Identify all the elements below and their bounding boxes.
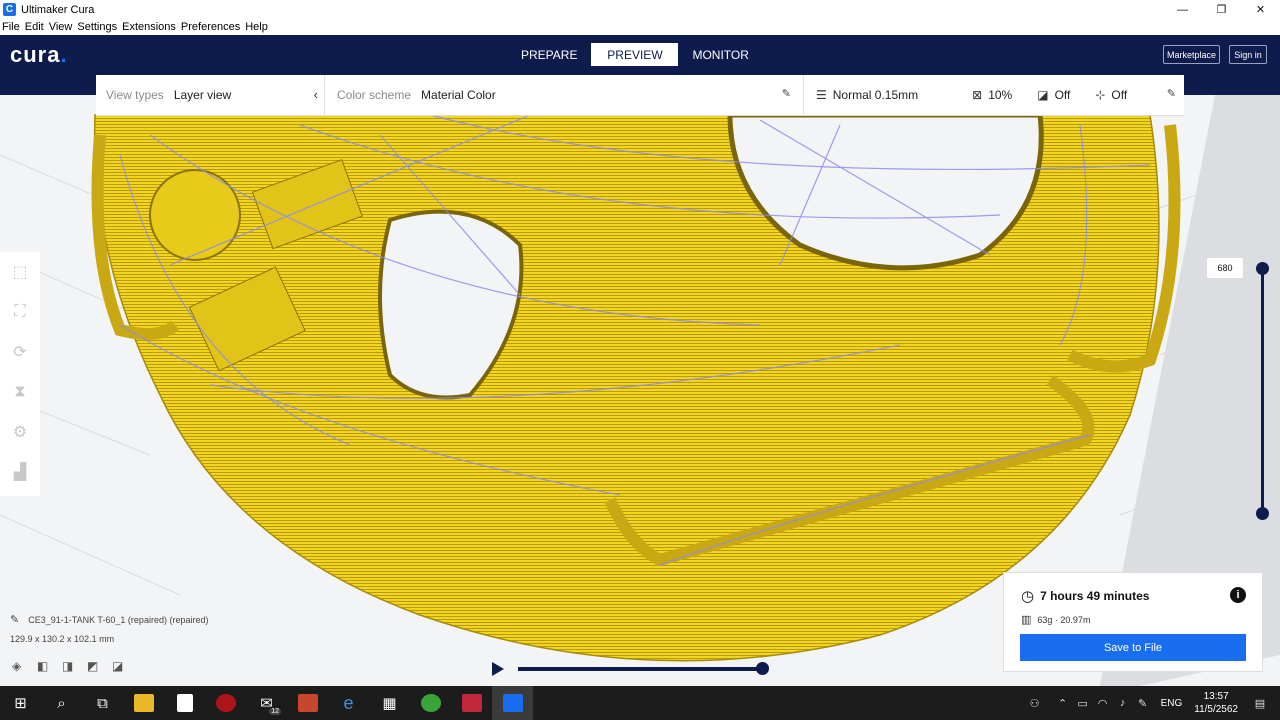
view-type-selector[interactable]: View types Layer view ‹ xyxy=(96,75,324,116)
edge-browser-icon[interactable]: e xyxy=(328,686,369,720)
color-scheme-selector[interactable]: Color scheme Material Color ✎ xyxy=(325,75,803,116)
support-icon: ◪ xyxy=(1037,88,1049,102)
save-to-file-button[interactable]: Save to File xyxy=(1020,634,1246,661)
mail-badge: 12 xyxy=(269,708,281,715)
sign-in-button[interactable]: Sign in xyxy=(1229,45,1267,64)
info-icon[interactable]: i xyxy=(1230,587,1246,603)
path-slider-handle[interactable] xyxy=(756,662,769,675)
windows-taskbar: ⊞ ⌕ ⧉ ✉ 12 e ▦ ⚇ ⌃ ▭ ◠ ♪ ✎ ENG 13:57 11/5… xyxy=(0,686,1280,720)
profile-icon: ☰ xyxy=(816,88,827,102)
mirror-tool-icon[interactable]: ⧗ xyxy=(0,372,40,412)
file-explorer-icon[interactable] xyxy=(123,686,164,720)
print-summary-panel: ◷ 7 hours 49 minutes i ▥ 63g · 20.97m Sa… xyxy=(1003,572,1263,672)
move-tool-icon[interactable]: ⬚ xyxy=(0,252,40,292)
window-controls: — ❐ ✕ xyxy=(1163,0,1280,19)
layer-slider-lower-handle[interactable] xyxy=(1256,507,1269,520)
app-green-icon[interactable] xyxy=(410,686,451,720)
battery-icon[interactable]: ▭ xyxy=(1073,697,1093,710)
stage-tabs: PREPARE PREVIEW MONITOR xyxy=(507,43,763,66)
calculator-icon[interactable]: ▦ xyxy=(369,686,410,720)
front-view-icon[interactable]: ◧ xyxy=(37,659,62,675)
tab-prepare[interactable]: PREPARE xyxy=(507,43,591,66)
tab-preview[interactable]: PREVIEW xyxy=(591,43,679,66)
clock-icon: ◷ xyxy=(1021,588,1035,605)
store-icon[interactable] xyxy=(164,686,205,720)
menu-file[interactable]: File xyxy=(2,21,20,33)
app-red-icon[interactable] xyxy=(205,686,246,720)
wifi-icon[interactable]: ◠ xyxy=(1093,697,1113,710)
volume-icon[interactable]: ♪ xyxy=(1113,697,1133,709)
cura-taskbar-icon[interactable] xyxy=(492,686,533,720)
menu-settings[interactable]: Settings xyxy=(77,21,117,33)
right-view-icon[interactable]: ◪ xyxy=(112,659,137,675)
view-type-value: Layer view xyxy=(173,88,232,102)
3d-view-icon[interactable]: ◈ xyxy=(12,659,37,675)
object-name: CE3_91-1-TANK T-60_1 (repaired) (repaire… xyxy=(28,614,209,625)
pencil-icon[interactable]: ✎ xyxy=(10,613,19,626)
task-view-icon[interactable]: ⧉ xyxy=(82,686,123,720)
layer-slider-track[interactable] xyxy=(1261,268,1264,514)
pencil-icon[interactable]: ✎ xyxy=(1167,87,1176,100)
app-media-icon[interactable] xyxy=(451,686,492,720)
language-indicator[interactable]: ENG xyxy=(1161,698,1183,709)
menu-bar: File Edit View Settings Extensions Prefe… xyxy=(0,19,1280,35)
adhesion-icon: ⊹ xyxy=(1095,88,1106,102)
support-blocker-icon[interactable]: ▟ xyxy=(0,452,40,492)
minimize-button[interactable]: — xyxy=(1163,0,1202,19)
close-button[interactable]: ✕ xyxy=(1241,0,1280,19)
profile-value: Normal 0.15mm xyxy=(832,88,919,102)
view-toolbar: View types Layer view ‹ Color scheme Mat… xyxy=(96,74,1184,116)
path-slider-track[interactable] xyxy=(518,667,763,671)
marketplace-button[interactable]: Marketplace xyxy=(1163,45,1220,64)
scale-tool-icon[interactable]: ⛶ xyxy=(0,292,40,332)
clock[interactable]: 13:57 11/5/2562 xyxy=(1194,690,1238,716)
system-tray: ⚇ ⌃ ▭ ◠ ♪ ✎ ENG 13:57 11/5/2562 ▤ xyxy=(1025,686,1280,720)
menu-edit[interactable]: Edit xyxy=(25,21,44,33)
support-value: Off xyxy=(1054,88,1071,102)
menu-view[interactable]: View xyxy=(49,21,73,33)
search-icon[interactable]: ⌕ xyxy=(41,686,82,720)
tab-monitor[interactable]: MONITOR xyxy=(678,43,762,66)
cura-logo: cura. xyxy=(10,42,68,67)
print-time: 7 hours 49 minutes xyxy=(1040,589,1150,603)
people-icon[interactable]: ⚇ xyxy=(1025,697,1045,710)
app-r-icon[interactable] xyxy=(287,686,328,720)
object-info: ✎ CE3_91-1-TANK T-60_1 (repaired) (repai… xyxy=(10,613,208,644)
pencil-icon[interactable]: ✎ xyxy=(782,87,791,100)
menu-extensions[interactable]: Extensions xyxy=(122,21,176,33)
menu-help[interactable]: Help xyxy=(245,21,268,33)
play-icon[interactable] xyxy=(492,662,504,676)
windows-start-icon[interactable]: ⊞ xyxy=(0,686,41,720)
menu-preferences[interactable]: Preferences xyxy=(181,21,240,33)
object-dimensions: 129.9 x 130.2 x 102.1 mm xyxy=(10,634,115,644)
title-bar: C Ultimaker Cura — ❐ ✕ xyxy=(0,0,1280,19)
per-model-settings-icon[interactable]: ⚙ xyxy=(0,412,40,452)
chevron-left-icon[interactable]: ‹ xyxy=(314,87,318,102)
model-cylinder xyxy=(149,169,241,261)
print-settings-summary[interactable]: ☰ Normal 0.15mm ⊠ 10% ◪ Off ⊹ Off ✎ xyxy=(804,75,1184,116)
chevron-up-icon[interactable]: ⌃ xyxy=(1053,697,1073,710)
material-estimate: 63g · 20.97m xyxy=(1037,614,1091,625)
layer-slider-upper-handle[interactable] xyxy=(1256,262,1269,275)
pen-icon[interactable]: ✎ xyxy=(1133,697,1153,710)
infill-value: 10% xyxy=(988,88,1013,102)
notifications-icon[interactable]: ▤ xyxy=(1250,697,1270,710)
mail-icon[interactable]: ✉ 12 xyxy=(246,686,287,720)
color-scheme-value: Material Color xyxy=(421,88,496,102)
left-view-icon[interactable]: ◩ xyxy=(87,659,112,675)
maximize-button[interactable]: ❐ xyxy=(1202,0,1241,19)
camera-view-buttons: ◈ ◧ ◨ ◩ ◪ xyxy=(12,659,137,675)
filament-icon: ▥ xyxy=(1021,614,1032,626)
tool-panel: ⬚ ⛶ ⟳ ⧗ ⚙ ▟ xyxy=(0,252,40,496)
top-view-icon[interactable]: ◨ xyxy=(62,659,87,675)
adhesion-value: Off xyxy=(1111,88,1128,102)
infill-icon: ⊠ xyxy=(972,88,983,102)
cura-app-icon: C xyxy=(3,3,16,16)
window-title: Ultimaker Cura xyxy=(21,3,95,16)
layer-number-field[interactable]: 680 xyxy=(1207,258,1243,278)
rotate-tool-icon[interactable]: ⟳ xyxy=(0,332,40,372)
